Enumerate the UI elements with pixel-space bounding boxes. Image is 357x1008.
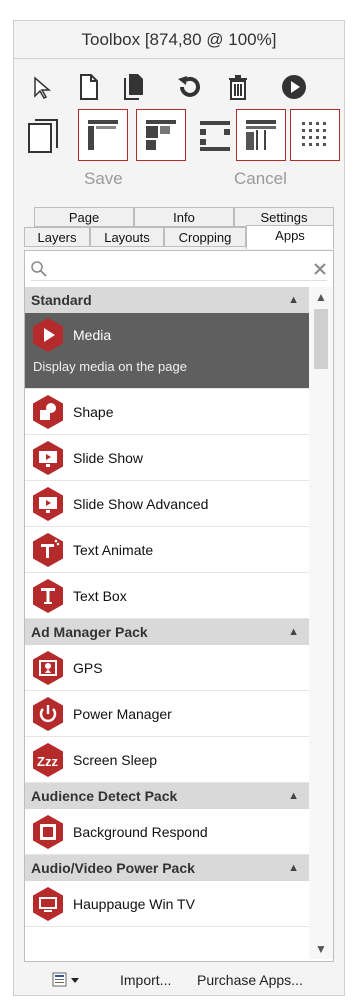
- app-item-text-animate[interactable]: Text Animate: [25, 527, 309, 573]
- section-header-audio-video[interactable]: Audio/Video Power Pack ▲: [25, 855, 309, 881]
- page-frame-icon[interactable]: [20, 113, 66, 159]
- trash-icon[interactable]: [224, 71, 252, 103]
- scroll-up-icon[interactable]: ▲: [309, 287, 333, 307]
- app-item-label: Slide Show Advanced: [73, 495, 209, 512]
- app-item-gps[interactable]: GPS: [25, 645, 309, 691]
- app-item-label: Power Manager: [73, 705, 172, 722]
- shape-hex-icon: [29, 393, 67, 431]
- app-item-label: Slide Show: [73, 449, 144, 466]
- svg-text:Zzz: Zzz: [37, 754, 58, 769]
- slideshow-hex-icon: [29, 439, 67, 477]
- tab-layouts[interactable]: Layouts: [90, 227, 164, 247]
- section-title: Standard: [31, 292, 92, 308]
- clear-icon[interactable]: [313, 262, 327, 276]
- section-header-ad-manager[interactable]: Ad Manager Pack ▲: [25, 619, 309, 645]
- save-button[interactable]: Save: [84, 169, 123, 189]
- cancel-button[interactable]: Cancel: [234, 169, 287, 189]
- collapse-icon: ▲: [288, 862, 299, 874]
- rotate-icon[interactable]: [174, 71, 206, 103]
- app-item-screen-sleep[interactable]: Zzz Screen Sleep: [25, 737, 309, 783]
- search-bar: [31, 257, 327, 281]
- power-hex-icon: [29, 695, 67, 733]
- app-item-label: Shape: [73, 403, 114, 420]
- app-item-text-box[interactable]: Text Box: [25, 573, 309, 619]
- scroll-down-icon[interactable]: ▼: [309, 939, 333, 959]
- scrollbar-thumb[interactable]: [314, 309, 328, 369]
- tab-info[interactable]: Info: [134, 207, 234, 227]
- footer-bar: Import... Purchase Apps...: [14, 969, 344, 995]
- import-button[interactable]: Import...: [120, 972, 171, 988]
- section-header-standard[interactable]: Standard ▲: [25, 287, 309, 313]
- toolbox-panel: Toolbox [874,80 @ 100%] Save Cancel Page…: [13, 20, 345, 996]
- sleep-hex-icon: Zzz: [29, 741, 67, 779]
- toolbar-row-1: [14, 67, 344, 107]
- purchase-apps-button[interactable]: Purchase Apps...: [197, 972, 303, 988]
- play-hex-icon: [29, 316, 67, 354]
- app-item-slide-show-advanced[interactable]: Slide Show Advanced: [25, 481, 309, 527]
- layout-a-icon[interactable]: [78, 109, 128, 161]
- background-respond-hex-icon: [29, 813, 67, 851]
- app-item-label: Text Animate: [73, 541, 154, 558]
- app-item-label: Background Respond: [73, 823, 208, 840]
- tab-strip: Page Info Settings Layers Layouts Croppi…: [24, 203, 334, 251]
- app-item-slide-show[interactable]: Slide Show: [25, 435, 309, 481]
- toolbar-row-2: [14, 109, 344, 161]
- grid-dots-icon[interactable]: [194, 113, 236, 159]
- layout-dots-icon[interactable]: [290, 109, 340, 161]
- app-item-label: Media: [73, 327, 112, 343]
- app-item-background-respond[interactable]: Background Respond: [25, 809, 309, 855]
- layout-b-icon[interactable]: [136, 109, 186, 161]
- section-title: Audio/Video Power Pack: [31, 860, 195, 876]
- app-item-label: Hauppauge Win TV: [73, 895, 195, 912]
- slideshow-advanced-hex-icon: [29, 485, 67, 523]
- gps-hex-icon: [29, 649, 67, 687]
- app-item-power-manager[interactable]: Power Manager: [25, 691, 309, 737]
- apps-list: Standard ▲ Media Display media on the pa…: [25, 287, 309, 959]
- search-icon: [31, 261, 47, 277]
- layout-c-icon[interactable]: [236, 109, 286, 161]
- collapse-icon: ▲: [288, 294, 299, 306]
- collapse-icon: ▲: [288, 790, 299, 802]
- copy-page-icon[interactable]: [120, 71, 148, 103]
- collapse-icon: ▲: [288, 626, 299, 638]
- app-item-media[interactable]: Media Display media on the page: [25, 313, 309, 389]
- section-title: Audience Detect Pack: [31, 788, 178, 804]
- tab-settings[interactable]: Settings: [234, 207, 334, 227]
- text-animate-hex-icon: [29, 531, 67, 569]
- view-options-icon[interactable]: [52, 971, 82, 992]
- section-header-audience-detect[interactable]: Audience Detect Pack ▲: [25, 783, 309, 809]
- text-box-hex-icon: [29, 577, 67, 615]
- window-title: Toolbox [874,80 @ 100%]: [14, 21, 344, 59]
- app-item-label: Screen Sleep: [73, 751, 158, 768]
- apps-content: Standard ▲ Media Display media on the pa…: [24, 250, 334, 962]
- app-item-shape[interactable]: Shape: [25, 389, 309, 435]
- app-item-label: GPS: [73, 659, 103, 676]
- app-item-hauppauge-win-tv[interactable]: Hauppauge Win TV: [25, 881, 309, 927]
- tv-hex-icon: [29, 885, 67, 923]
- search-input[interactable]: [51, 259, 301, 279]
- save-cancel-bar: Save Cancel: [14, 169, 344, 195]
- play-icon[interactable]: [278, 71, 310, 103]
- tab-cropping[interactable]: Cropping: [164, 227, 246, 247]
- tab-page[interactable]: Page: [34, 207, 134, 227]
- app-item-description: Display media on the page: [33, 359, 187, 374]
- pointer-icon[interactable]: [28, 73, 56, 103]
- app-item-label: Text Box: [73, 587, 127, 604]
- tab-apps[interactable]: Apps: [246, 225, 334, 249]
- new-page-icon[interactable]: [74, 71, 102, 103]
- apps-scrollbar[interactable]: ▲ ▼: [309, 287, 333, 959]
- section-title: Ad Manager Pack: [31, 624, 148, 640]
- tab-layers[interactable]: Layers: [24, 227, 90, 247]
